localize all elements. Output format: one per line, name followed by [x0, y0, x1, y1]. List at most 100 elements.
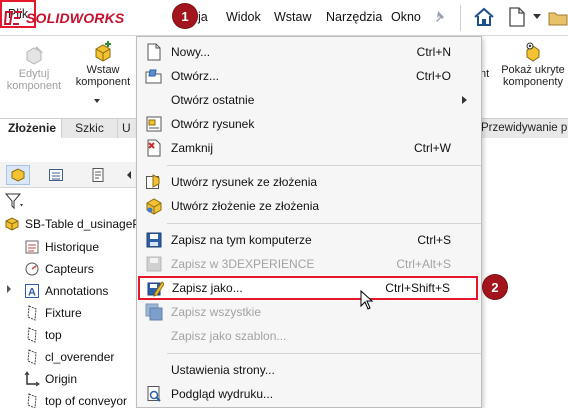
menu-insert[interactable]: Wstaw [274, 10, 312, 24]
tab-preview[interactable]: Przewidywanie p [477, 119, 568, 138]
tab-assembly[interactable]: Złożenie [0, 119, 62, 138]
svg-text:A: A [28, 287, 36, 299]
open-folder-icon[interactable] [548, 7, 568, 27]
menu-item-label: Zapisz wszystkie [171, 305, 262, 319]
menu-item-save-3dexperience: Zapisz w 3DEXPERIENCE Ctrl+Alt+S [137, 252, 481, 276]
chevron-down-icon[interactable] [533, 14, 541, 20]
panel-tabs [0, 162, 136, 188]
menu-item-page-setup[interactable]: Ustawienia strony... [137, 358, 481, 382]
menu-item-save-all: Zapisz wszystkie [137, 300, 481, 324]
insert-dropdown-icon[interactable] [93, 98, 101, 104]
menu-item-label: Podgląd wydruku... [171, 387, 274, 401]
menu-item-shortcut: Ctrl+Alt+S [396, 257, 451, 271]
tree-item-origin[interactable]: Origin [24, 369, 77, 389]
menu-item-save-as-template: Zapisz jako szablon... [137, 324, 481, 348]
menu-separator [167, 223, 481, 224]
tree-item-top[interactable]: top [24, 325, 62, 345]
tree-item-fixture[interactable]: Fixture [24, 303, 82, 323]
menu-item-label: Zapisz na tym komputerze [171, 233, 312, 247]
plane-icon [27, 305, 37, 321]
tree-item-label: Origin [45, 372, 78, 386]
chevron-left-icon [127, 171, 131, 179]
feature-manager-panel: SB-Table d_usinageP Historique Capteurs … [0, 138, 140, 408]
file-menu-dropdown: Nowy... Ctrl+N Otwórz... Ctrl+O Otwórz o… [136, 36, 482, 408]
menu-item-print-preview[interactable]: Podgląd wydruku... [137, 382, 481, 406]
new-document-icon [147, 43, 161, 61]
annotation-icon: A [25, 284, 39, 299]
tree-item-label: top of conveyor [45, 394, 128, 408]
tab-property-manager[interactable] [44, 165, 68, 185]
graphics-area[interactable] [482, 138, 568, 408]
tree-item-historique[interactable]: Historique [24, 237, 99, 257]
edit-component-button[interactable]: Edytuj komponent [4, 44, 64, 92]
menu-item-make-assembly[interactable]: Utwórz złożenie ze złożenia [137, 194, 481, 218]
menu-separator [167, 353, 481, 354]
expand-arrow-icon[interactable] [6, 285, 12, 293]
menu-item-open-drawing[interactable]: Otwórz rysunek [137, 112, 481, 136]
tree-item-label: Fixture [45, 306, 82, 320]
save-all-icon [145, 303, 163, 321]
menu-item-shortcut: Ctrl+N [416, 45, 451, 59]
menu-item-label: Utwórz rysunek ze złożenia [171, 175, 318, 189]
menu-item-make-drawing[interactable]: Utwórz rysunek ze złożenia [137, 170, 481, 194]
menu-separator [167, 165, 481, 166]
menu-tools[interactable]: Narzędzia [326, 10, 382, 24]
menu-item-open-recent[interactable]: Otwórz ostatnie [137, 88, 481, 112]
plane-icon [27, 327, 37, 343]
menu-item-label: Utwórz złożenie ze złożenia [171, 199, 320, 213]
menu-item-close[interactable]: Zamknij Ctrl+W [137, 136, 481, 160]
menu-view[interactable]: Widok [226, 10, 261, 24]
history-icon [25, 240, 39, 254]
solidworks-logo[interactable]: SOLIDWORKS [4, 8, 124, 28]
tree-item-top-of-conveyor[interactable]: top of conveyor [24, 391, 127, 408]
plane-icon [27, 393, 37, 408]
make-assembly-icon [146, 198, 162, 215]
save-3dx-icon [146, 256, 162, 272]
edit-component-label-1: Edytuj [18, 68, 50, 80]
menu-item-save-as[interactable]: Zapisz jako... Ctrl+Shift+S [138, 276, 478, 300]
show-hidden-label-2: komponenty [503, 76, 563, 88]
property-manager-icon [49, 169, 63, 181]
insert-component-icon [95, 41, 111, 62]
menu-item-shortcut: Ctrl+O [415, 69, 451, 83]
menu-item-shortcut: Ctrl+Shift+S [385, 281, 450, 295]
sensor-icon [25, 262, 39, 276]
filter-icon[interactable] [4, 192, 24, 210]
menu-edit[interactable]: ja [198, 10, 208, 24]
insert-component-button[interactable]: Wstaw komponent [72, 40, 134, 88]
menu-item-label: Otwórz... [171, 69, 220, 83]
menu-window[interactable]: Okno [391, 10, 421, 24]
chevron-right-icon [462, 96, 467, 104]
configuration-icon [92, 168, 104, 182]
tree-root-label: SB-Table d_usinageP [25, 217, 141, 231]
origin-icon [24, 371, 40, 387]
tree-item-annotations[interactable]: A Annotations [24, 281, 108, 301]
tab-more[interactable] [122, 165, 136, 185]
tree-item-label: Historique [45, 240, 100, 254]
edit-component-label-2: komponent [6, 80, 62, 92]
open-drawing-icon [146, 116, 162, 132]
close-document-icon [147, 139, 161, 157]
tree-item-cl-overender[interactable]: cl_overender [24, 347, 114, 367]
tree-item-label: Capteurs [45, 262, 94, 276]
menu-item-label: Zamknij [171, 141, 214, 155]
tab-feature-tree[interactable] [6, 165, 30, 185]
make-drawing-icon [146, 174, 160, 189]
tab-configuration-manager[interactable] [86, 165, 110, 185]
menu-item-label: Otwórz rysunek [171, 117, 255, 131]
tree-item-capteurs[interactable]: Capteurs [24, 259, 94, 279]
tab-sketch[interactable]: Szkic [62, 119, 118, 138]
insert-component-label-2: komponent [75, 76, 131, 88]
menu-item-shortcut: Ctrl+S [417, 233, 451, 247]
tree-root[interactable]: SB-Table d_usinageP [4, 214, 140, 234]
save-as-icon [147, 281, 164, 297]
pin-icon[interactable] [432, 9, 448, 25]
show-hidden-components-button[interactable]: Pokaż ukryte komponenty [496, 40, 568, 88]
home-icon[interactable] [473, 6, 495, 28]
menu-item-save-local[interactable]: Zapisz na tym komputerze Ctrl+S [137, 228, 481, 252]
menu-item-new[interactable]: Nowy... Ctrl+N [137, 40, 481, 64]
tab-partial[interactable]: U [118, 119, 136, 138]
title-bar: SOLIDWORKS Plik ja Widok Wstaw Narzędzia… [0, 0, 568, 36]
new-document-icon[interactable] [508, 7, 526, 27]
menu-item-open[interactable]: Otwórz... Ctrl+O [137, 64, 481, 88]
